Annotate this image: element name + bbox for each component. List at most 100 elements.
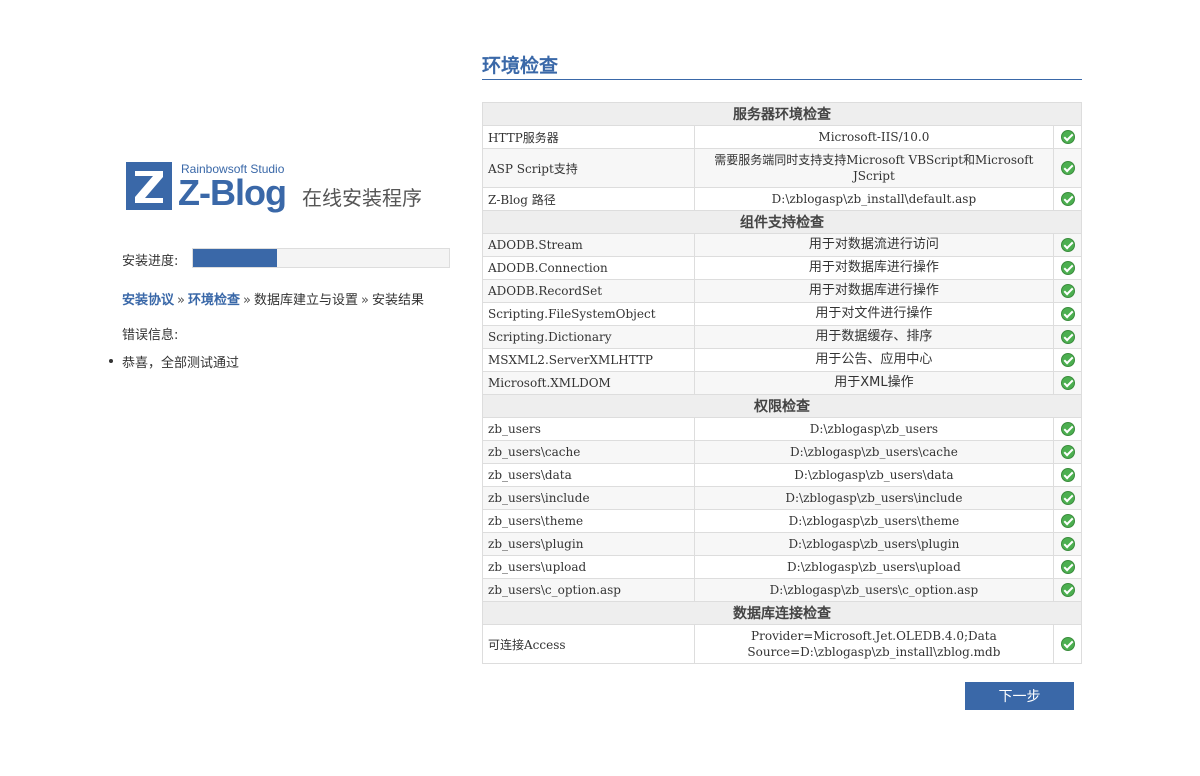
check-value: Microsoft-IIS/10.0 xyxy=(693,125,1055,149)
step-item: 环境检查 xyxy=(187,293,240,308)
section-header-row: 权限检查 xyxy=(482,394,1082,418)
check-name: ASP Script支持 xyxy=(482,148,695,188)
check-value: D:\zblogasp\zb_users\include xyxy=(693,486,1055,510)
check-value: D:\zblogasp\zb_users\cache xyxy=(693,440,1055,464)
progress-track xyxy=(192,248,450,268)
left-panel: Rainbowsoft Studio Z-Blog 在线安装程序 安装进度: 安… xyxy=(106,150,456,371)
check-circle-icon xyxy=(1060,445,1075,460)
check-value: 用于对数据库进行操作 xyxy=(693,256,1055,280)
check-value: D:\zblogasp\zb_users\data xyxy=(693,463,1055,487)
next-step-button[interactable]: 下一步 xyxy=(965,682,1074,710)
check-name: zb_users\data xyxy=(482,463,695,487)
z-logo-icon xyxy=(126,162,172,210)
check-name: 可连接Access xyxy=(482,624,695,664)
check-name: zb_users xyxy=(482,417,695,441)
check-status xyxy=(1053,486,1082,510)
table-row: 可连接Access Provider=Microsoft.Jet.OLEDB.4.… xyxy=(482,624,1082,664)
check-status xyxy=(1053,463,1082,487)
check-name: zb_users\include xyxy=(482,486,695,510)
check-circle-icon xyxy=(1060,376,1075,391)
environment-check-table: 服务器环境检查 HTTP服务器 Microsoft-IIS/10.0 ASP Scri… xyxy=(482,102,1082,664)
check-circle-icon xyxy=(1060,560,1075,575)
check-circle-icon xyxy=(1060,307,1075,322)
table-row: zb_users\include D:\zblogasp\zb_users\inc… xyxy=(482,486,1082,510)
table-row: MSXML2.ServerXMLHTTP 用于公告、应用中心 xyxy=(482,348,1082,372)
check-name: ADODB.Connection xyxy=(482,256,695,280)
check-value: D:\zblogasp\zb_users\c_option.asp xyxy=(693,578,1055,602)
check-name: Microsoft.XMLDOM xyxy=(482,371,695,395)
check-status xyxy=(1053,371,1082,395)
step-separator: » xyxy=(177,293,185,308)
check-status xyxy=(1053,325,1082,349)
check-status xyxy=(1053,532,1082,556)
table-row: HTTP服务器 Microsoft-IIS/10.0 xyxy=(482,125,1082,149)
progress-label: 安装进度: xyxy=(122,254,179,269)
check-status xyxy=(1053,555,1082,579)
check-value: 用于对数据库进行操作 xyxy=(693,279,1055,303)
check-status xyxy=(1053,509,1082,533)
check-value: D:\zblogasp\zb_install\default.asp xyxy=(693,187,1055,211)
section-title: 权限检查 xyxy=(482,394,1082,418)
check-status xyxy=(1053,440,1082,464)
table-row: ADODB.Stream 用于对数据流进行访问 xyxy=(482,233,1082,257)
check-value: 用于数据缓存、排序 xyxy=(693,325,1055,349)
check-name: Scripting.Dictionary xyxy=(482,325,695,349)
check-circle-icon xyxy=(1060,491,1075,506)
section-header-row: 数据库连接检查 xyxy=(482,601,1082,625)
install-steps-breadcrumb: 安装协议» 环境检查» 数据库建立与设置» 安装结果 xyxy=(122,289,462,308)
check-circle-icon xyxy=(1060,238,1075,253)
install-progress: 安装进度: xyxy=(122,247,452,269)
check-status xyxy=(1053,302,1082,326)
check-name: ADODB.RecordSet xyxy=(482,279,695,303)
step-item: 数据库建立与设置 xyxy=(253,293,358,308)
check-status xyxy=(1053,417,1082,441)
check-status xyxy=(1053,148,1082,188)
error-info-label: 错误信息: xyxy=(122,328,179,343)
check-value: 用于XML操作 xyxy=(693,371,1055,395)
table-row: zb_users D:\zblogasp\zb_users xyxy=(482,417,1082,441)
check-value: D:\zblogasp\zb_users\theme xyxy=(693,509,1055,533)
check-circle-icon xyxy=(1060,161,1075,176)
check-name: zb_users\plugin xyxy=(482,532,695,556)
step-separator: » xyxy=(360,293,369,308)
check-circle-icon xyxy=(1060,422,1075,437)
error-message-list: 恭喜，全部测试通过 xyxy=(108,352,239,371)
table-row: ADODB.RecordSet 用于对数据库进行操作 xyxy=(482,279,1082,303)
check-circle-icon xyxy=(1060,192,1075,207)
table-row: zb_users\upload D:\zblogasp\zb_users\uplo… xyxy=(482,555,1082,579)
check-value: 用于对文件进行操作 xyxy=(693,302,1055,326)
check-circle-icon xyxy=(1060,583,1075,598)
page-title: 环境检查 xyxy=(482,52,1082,80)
check-status xyxy=(1053,279,1082,303)
table-row: zb_users\plugin D:\zblogasp\zb_users\plug… xyxy=(482,532,1082,556)
check-value: D:\zblogasp\zb_users xyxy=(693,417,1055,441)
check-value: Provider=Microsoft.Jet.OLEDB.4.0;Data So… xyxy=(693,624,1055,664)
check-name: zb_users\upload xyxy=(482,555,695,579)
check-name: zb_users\c_option.asp xyxy=(482,578,695,602)
check-status xyxy=(1053,233,1082,257)
check-value: D:\zblogasp\zb_users\plugin xyxy=(693,532,1055,556)
section-title: 组件支持检查 xyxy=(482,210,1082,234)
check-status xyxy=(1053,578,1082,602)
table-row: ASP Script支持 需要服务端同时支持支持Microsoft VBScrip… xyxy=(482,148,1082,188)
table-row: zb_users\theme D:\zblogasp\zb_users\theme xyxy=(482,509,1082,533)
table-row: Scripting.FileSystemObject 用于对文件进行操作 xyxy=(482,302,1082,326)
table-row: zb_users\data D:\zblogasp\zb_users\data xyxy=(482,463,1082,487)
check-name: MSXML2.ServerXMLHTTP xyxy=(482,348,695,372)
check-value: 用于对数据流进行访问 xyxy=(693,233,1055,257)
check-value: 需要服务端同时支持支持Microsoft VBScript和Microsoft … xyxy=(693,148,1055,188)
step-item: 安装结果 xyxy=(371,293,424,308)
main-panel: 环境检查 服务器环境检查 HTTP服务器 Microsoft-IIS/10.0 ASP… xyxy=(482,52,1082,664)
progress-fill xyxy=(193,249,278,267)
check-name: zb_users\theme xyxy=(482,509,695,533)
section-header-row: 组件支持检查 xyxy=(482,210,1082,234)
logo-subtitle: 在线安装程序 xyxy=(302,186,422,210)
step-item: 安装协议 xyxy=(122,293,175,308)
error-message: 恭喜，全部测试通过 xyxy=(108,352,239,371)
check-circle-icon xyxy=(1060,284,1075,299)
check-name: HTTP服务器 xyxy=(482,125,695,149)
table-row: Microsoft.XMLDOM 用于XML操作 xyxy=(482,371,1082,395)
check-circle-icon xyxy=(1060,514,1075,529)
section-title: 数据库连接检查 xyxy=(482,601,1082,625)
check-circle-icon xyxy=(1060,353,1075,368)
